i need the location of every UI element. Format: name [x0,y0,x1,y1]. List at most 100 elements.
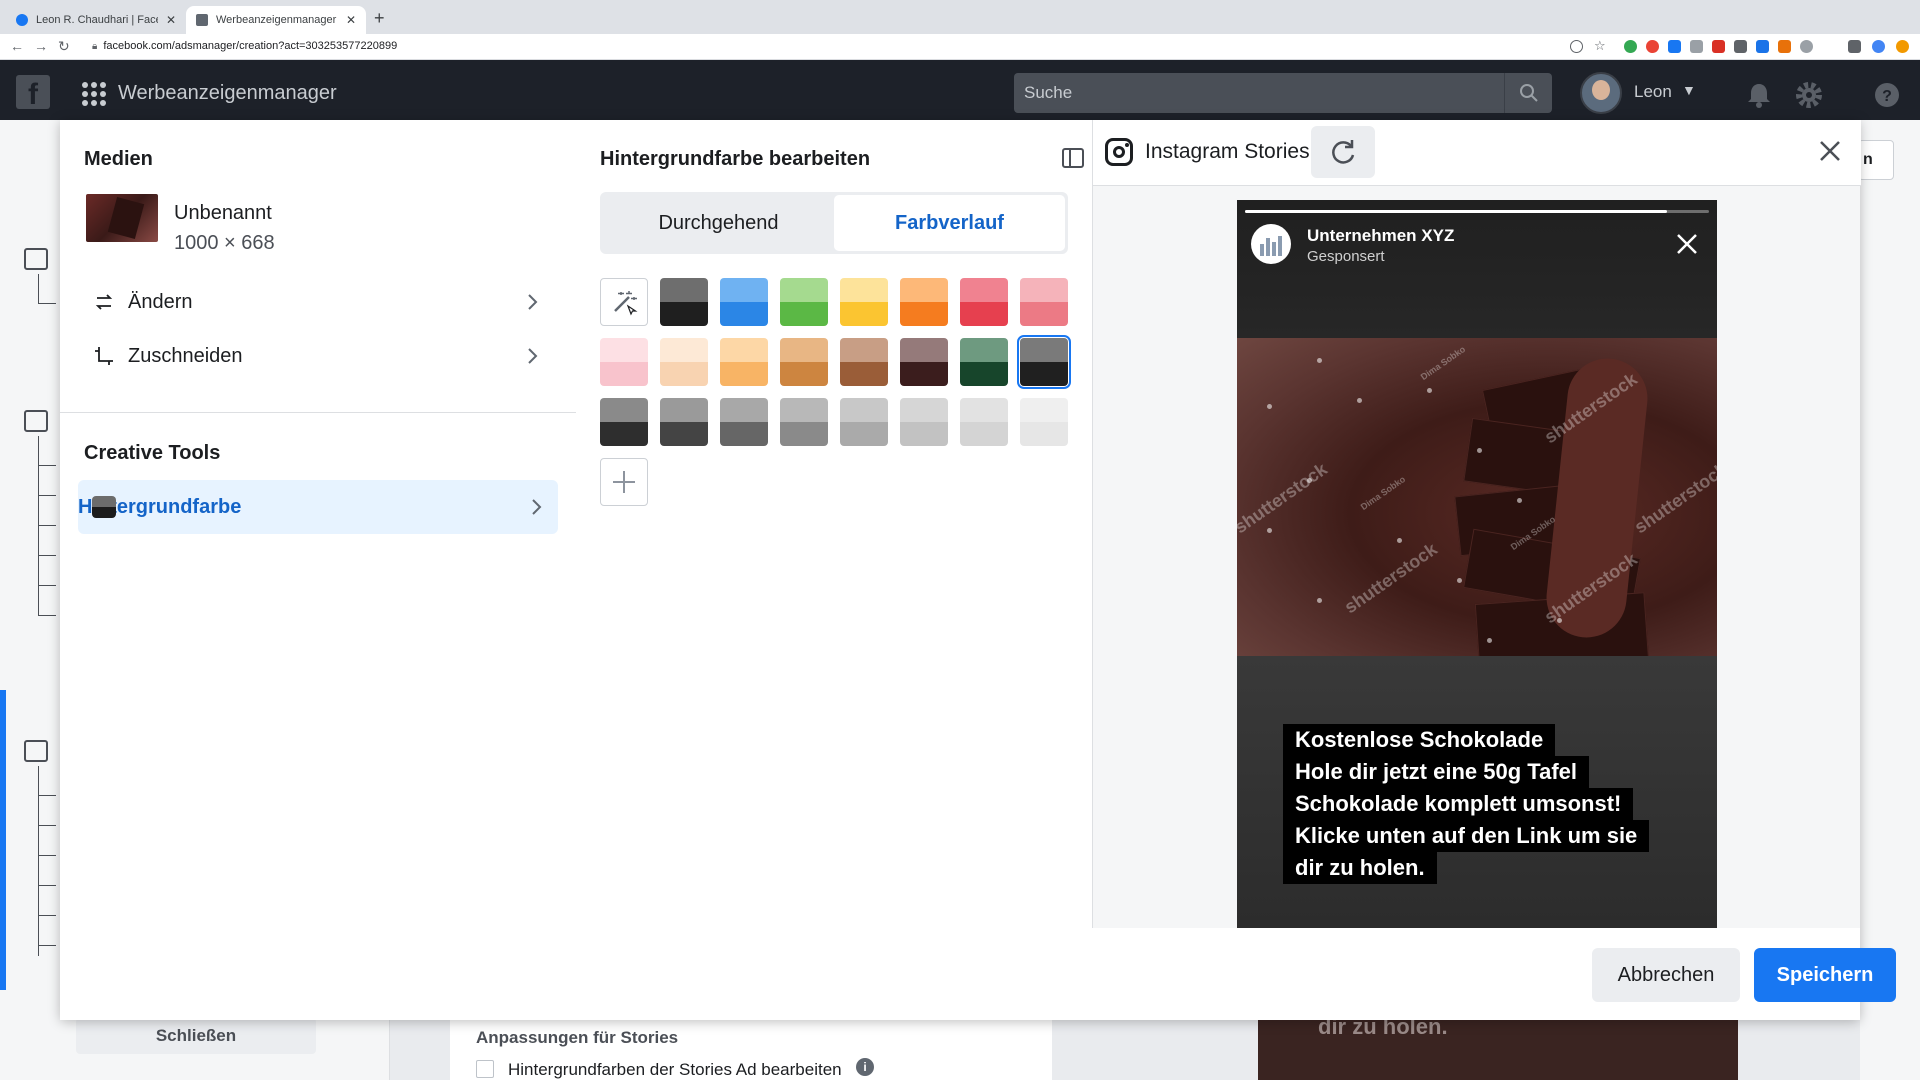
color-swatch[interactable] [1020,278,1068,326]
facebook-logo-icon[interactable]: f [16,75,50,111]
color-swatch[interactable] [960,398,1008,446]
color-swatch[interactable] [720,398,768,446]
extension-icon[interactable] [1734,40,1747,53]
url-field[interactable]: 🔒︎ facebook.com/adsmanager/creation?act=3… [92,40,397,52]
color-swatch[interactable] [900,338,948,386]
address-bar: ← → ↻ 🔒︎ facebook.com/adsmanager/creation… [0,34,1920,60]
edit-background-checkbox[interactable] [476,1060,494,1078]
profile-icon[interactable] [1872,40,1885,53]
search-button[interactable] [1504,73,1552,113]
color-swatch[interactable] [960,278,1008,326]
media-thumbnail [86,194,158,242]
photographer-credit: Dima Sobko [1358,473,1408,513]
extension-icon[interactable] [1624,40,1637,53]
color-swatch[interactable] [720,338,768,386]
crop-icon [92,344,116,368]
color-swatch[interactable] [1020,398,1068,446]
add-color-button[interactable] [600,458,648,506]
reload-icon[interactable]: ↻ [58,38,70,55]
color-swatch[interactable] [660,398,708,446]
page-favicon-icon [196,14,208,26]
color-swatch[interactable] [660,278,708,326]
crop-label: Zuschneiden [128,344,243,367]
color-swatch[interactable] [600,338,648,386]
preview-panel: Instagram Stories Unternehmen XYZ Gespon… [1092,120,1861,928]
color-swatch-selected[interactable] [1017,335,1071,389]
browser-tab-facebook[interactable]: Leon R. Chaudhari | Facebook ✕ [6,6,186,34]
zoom-icon[interactable] [1570,40,1583,53]
refresh-button[interactable] [1311,126,1375,178]
tab-close-icon[interactable]: ✕ [166,13,176,27]
color-swatch[interactable] [840,278,888,326]
color-swatch[interactable] [840,398,888,446]
extension-icon[interactable] [1690,40,1703,53]
stories-adjustments-heading: Anpassungen für Stories [476,1028,679,1047]
browser-tab-bar: Leon R. Chaudhari | Facebook ✕ Werbeanze… [0,0,1920,34]
color-swatch[interactable] [780,398,828,446]
forward-arrow-icon[interactable]: → [34,38,48,54]
app-grid-icon[interactable] [82,82,106,106]
chevron-right-icon [528,294,538,310]
color-swatch[interactable] [660,338,708,386]
color-swatch[interactable] [780,338,828,386]
magic-wand-button[interactable] [600,278,648,326]
background-button-fragment[interactable]: n [1858,140,1894,180]
gear-icon[interactable] [1794,80,1824,110]
placement-title: Instagram Stories [1145,140,1310,163]
close-button[interactable]: Schließen [76,1018,316,1054]
save-button[interactable]: Speichern [1754,948,1896,1002]
close-icon[interactable] [1815,136,1845,166]
cancel-button[interactable]: Abbrechen [1592,948,1740,1002]
extension-icon[interactable] [1800,40,1813,53]
tab-gradient[interactable]: Farbverlauf [834,195,1065,251]
brand-name: Unternehmen XYZ [1307,226,1455,245]
photographer-credit: Dima Sobko [1418,343,1468,383]
tab-close-icon[interactable]: ✕ [346,13,356,27]
extension-icon[interactable] [1756,40,1769,53]
media-dimensions: 1000 × 668 [174,232,275,254]
search-icon [1519,84,1538,102]
edit-background-checkbox-label[interactable]: Hintergrundfarben der Stories Ad bearbei… [508,1060,842,1080]
bell-icon[interactable] [1744,80,1774,110]
color-swatch[interactable] [900,398,948,446]
media-name: Unbenannt [174,202,272,224]
search-input[interactable] [1024,73,1514,113]
editor-heading: Hintergrundfarbe bearbeiten [600,148,871,170]
background-color-tool[interactable]: Hintergrundfarbe [78,480,558,534]
color-swatch[interactable] [960,338,1008,386]
back-arrow-icon[interactable]: ← [10,38,24,54]
user-avatar[interactable] [1580,72,1622,114]
extension-icon[interactable] [1778,40,1791,53]
extension-icon[interactable] [1712,40,1725,53]
color-swatch[interactable] [780,278,828,326]
extension-icon[interactable] [1668,40,1681,53]
background-color-editor-dialog: Medien Unbenannt 1000 × 668 Ändern Zusch… [60,120,1896,1020]
reading-list-icon[interactable] [1848,40,1861,53]
info-icon[interactable]: i [856,1058,874,1076]
color-swatch[interactable] [720,278,768,326]
color-swatch[interactable] [900,278,948,326]
update-icon[interactable] [1896,40,1909,53]
tab-solid[interactable]: Durchgehend [603,195,834,251]
story-preview: Unternehmen XYZ Gesponsert shutterstock … [1237,200,1717,928]
caption-line: Kostenlose Schokolade [1283,724,1556,756]
help-icon[interactable]: ? [1872,80,1902,110]
extension-icon[interactable] [1646,40,1659,53]
svg-text:?: ? [1882,88,1892,105]
layout-icon[interactable] [1062,148,1084,168]
browser-tab-adsmanager[interactable]: Werbeanzeigenmanager - Cre ✕ [186,6,366,34]
color-swatch[interactable] [840,338,888,386]
star-icon[interactable]: ☆ [1594,38,1607,53]
dialog-footer: Abbrechen Speichern [1092,928,1896,1020]
change-media-row[interactable]: Ändern [84,280,554,324]
ads-manager-topbar: f Werbeanzeigenmanager Leon ▼ ? [0,60,1920,120]
color-swatch[interactable] [600,398,648,446]
close-icon[interactable] [1675,232,1699,256]
magic-wand-icon [614,291,638,316]
background-right-column [1860,120,1920,1080]
background-color-editor: Hintergrundfarbe bearbeiten Durchgehend … [600,120,1100,928]
user-name[interactable]: Leon [1634,82,1672,102]
new-tab-button[interactable]: + [374,8,385,29]
crop-media-row[interactable]: Zuschneiden [84,334,554,378]
chevron-down-icon[interactable]: ▼ [1682,82,1696,98]
